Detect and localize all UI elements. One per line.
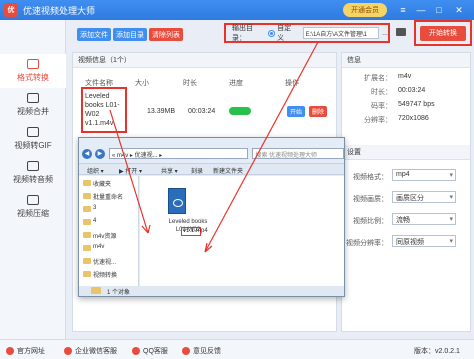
feedback-icon [182,347,190,355]
version-label: 版本：v2.0.2.1 [414,348,460,355]
annotation-arrows [109,41,319,253]
wechat-label: 企业微信客服 [75,348,117,355]
qq-label: QQ客服 [143,348,168,355]
wechat-support-link[interactable]: 企业微信客服 [64,346,117,356]
status-bar: 官方网址 企业微信客服 QQ客服 意见反馈 版本：v2.0.2.1 [0,339,474,359]
feedback-link[interactable]: 意见反馈 [182,346,221,356]
qq-icon [132,347,140,355]
wechat-icon [64,347,72,355]
qq-support-link[interactable]: QQ客服 [132,346,168,356]
website-label: 官方网址 [17,348,45,355]
arrow-output-to-file [204,41,319,253]
version-info: 版本：v2.0.2.1 [414,346,460,356]
home-icon [6,347,14,355]
website-link[interactable]: 官方网址 [6,346,45,356]
arrow-file-to-output [109,109,149,234]
feedback-label: 意见反馈 [193,348,221,355]
